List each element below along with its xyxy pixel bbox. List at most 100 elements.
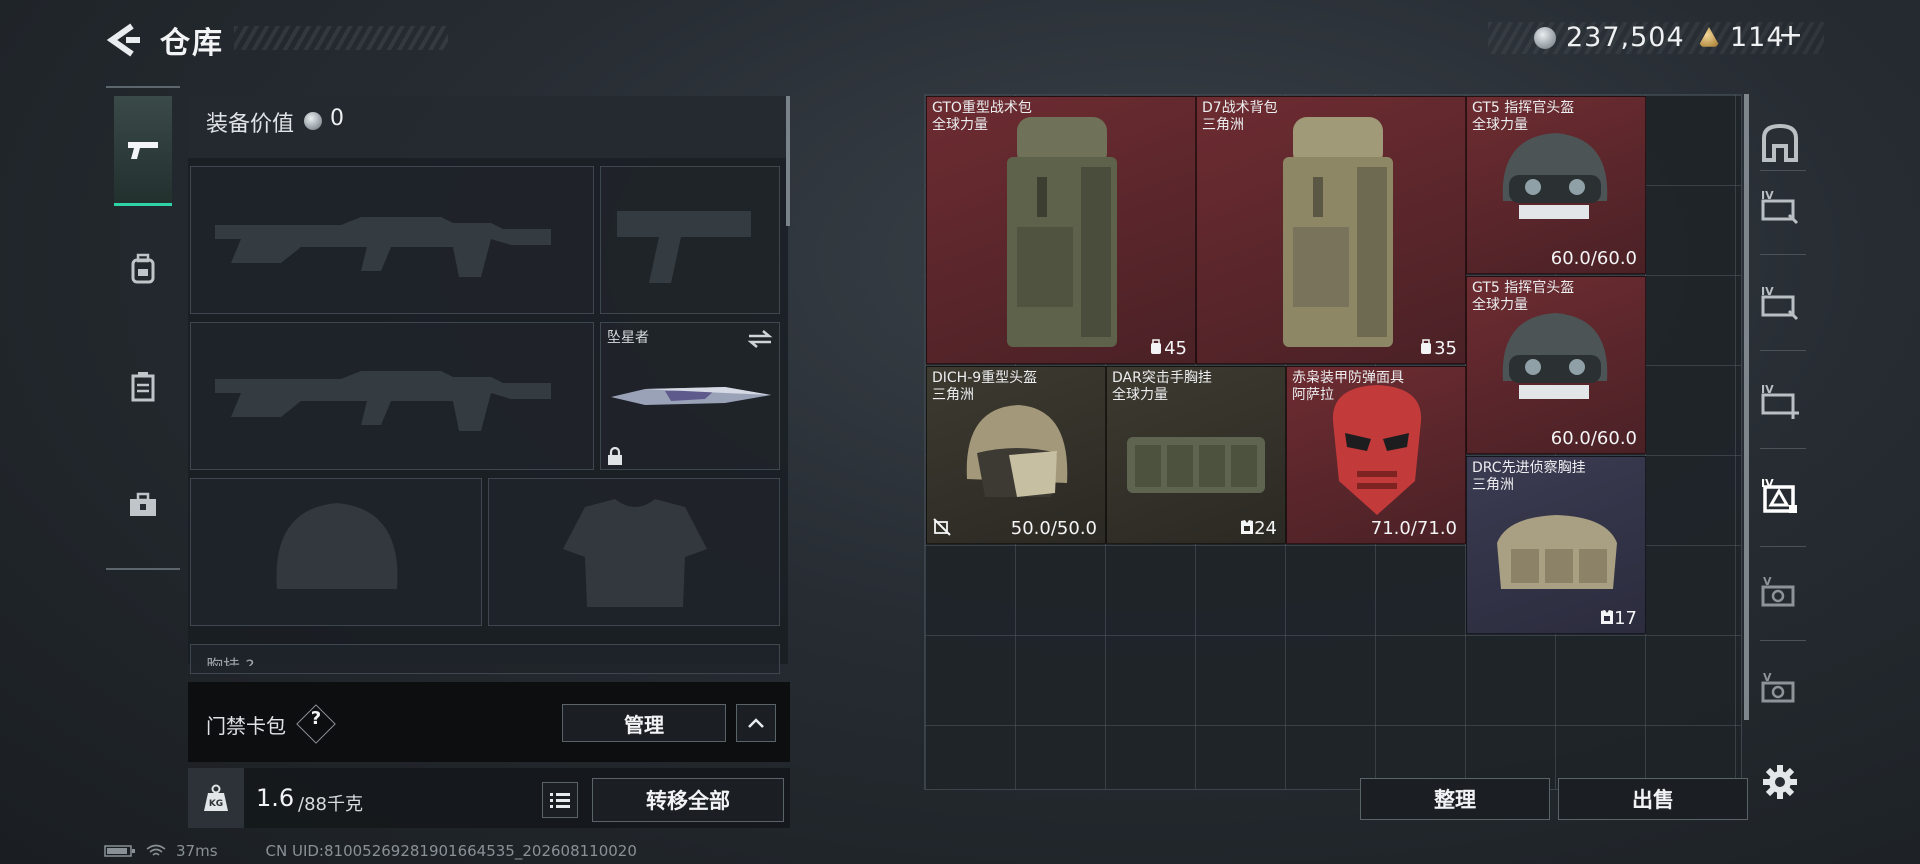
- container-iv-icon-1[interactable]: IV: [1758, 184, 1802, 228]
- pistol-icon: [128, 141, 158, 159]
- heavy-helmet-image: [966, 405, 1068, 497]
- stash-item[interactable]: DICH-9重型头盔 三角洲 50.0/50.0: [926, 366, 1106, 544]
- locker-icon: [131, 372, 155, 402]
- settings-gear-icon[interactable]: [1758, 760, 1802, 804]
- pistol-silhouette-icon: [617, 211, 751, 283]
- item-name: D7战术背包: [1202, 100, 1278, 116]
- silver-currency-value: 237,504: [1566, 22, 1685, 53]
- stash-home-icon[interactable]: [1758, 120, 1802, 164]
- rail-divider: [1760, 170, 1806, 171]
- battery-icon: [104, 845, 135, 857]
- tab-weapons[interactable]: [114, 96, 172, 206]
- item-stat: 60.0/60.0: [1550, 428, 1637, 449]
- back-arrow-icon[interactable]: [104, 22, 144, 58]
- uid-text: CN UID:81005269281901664535_202608110020: [265, 842, 637, 860]
- pistol-slot[interactable]: [600, 166, 780, 314]
- container-iv-icon-2[interactable]: IV: [1758, 280, 1802, 324]
- melee-slot-label: 坠星者: [607, 330, 649, 346]
- weight-icon-text: KG: [209, 799, 223, 809]
- item-region: 三角洲: [1202, 117, 1244, 133]
- sort-button[interactable]: 整理: [1360, 778, 1550, 820]
- silver-coin-icon: [304, 112, 322, 130]
- backpack-icon: [131, 253, 155, 284]
- melee-slot[interactable]: 坠星者: [600, 322, 780, 470]
- container-iv-add-icon[interactable]: IV: [1758, 378, 1802, 422]
- rail-divider: [1760, 448, 1806, 449]
- chest-rig-label: 胸挂 ?: [206, 652, 254, 666]
- primary-weapon-slot-1[interactable]: [190, 166, 594, 314]
- stash-item[interactable]: DRC先进侦察胸挂 三角洲 17: [1466, 456, 1646, 634]
- tab-toolbox[interactable]: [114, 450, 172, 560]
- stash-item[interactable]: D7战术背包 三角洲 35: [1196, 96, 1466, 364]
- stash-item[interactable]: 赤枭装甲防弹面具 阿萨拉 71.0/71.0: [1286, 366, 1466, 544]
- sell-button[interactable]: 出售: [1558, 778, 1748, 820]
- item-region: 三角洲: [1472, 477, 1514, 493]
- equipment-value: 0: [330, 106, 344, 131]
- backpack-image: [1283, 117, 1393, 347]
- primary-weapon-slot-2[interactable]: [190, 322, 594, 470]
- help-icon[interactable]: ?: [302, 708, 330, 729]
- item-stat: 35: [1418, 338, 1457, 359]
- no-repair-icon: [933, 518, 951, 536]
- rifle-silhouette-icon: [215, 371, 551, 431]
- item-name: GT5 指挥官头盔: [1472, 280, 1575, 296]
- item-name: DRC先进侦察胸挂: [1472, 460, 1586, 476]
- knife-image: [611, 387, 771, 405]
- capacity-icon: [1421, 339, 1432, 354]
- keycard-label: 门禁卡包: [206, 714, 286, 738]
- item-stat: 71.0/71.0: [1370, 518, 1457, 539]
- list-icon: [550, 793, 570, 808]
- helmet-image: [1502, 133, 1608, 219]
- rail-divider: [1760, 546, 1806, 547]
- chest-rig-slot[interactable]: [190, 644, 780, 674]
- item-region: 全球力量: [932, 117, 988, 133]
- weight-max: /88千克: [298, 794, 363, 815]
- armor-silhouette-icon: [563, 499, 707, 607]
- chevron-up-icon: [748, 718, 764, 728]
- body-armor-slot[interactable]: [488, 478, 780, 626]
- list-view-button[interactable]: [542, 782, 578, 818]
- title-decoration: [234, 26, 448, 50]
- helmet-image: [1502, 313, 1608, 399]
- backpack-image: [1007, 117, 1117, 347]
- item-stat: 50.0/50.0: [933, 518, 1097, 539]
- status-bar: 37ms CN UID:81005269281901664535_2026081…: [104, 842, 637, 860]
- item-name: DICH-9重型头盔: [932, 370, 1038, 386]
- item-stat: 60.0/60.0: [1550, 248, 1637, 269]
- stash-scrollbar[interactable]: [1744, 94, 1749, 720]
- container-v-icon-2[interactable]: V: [1758, 666, 1802, 710]
- gold-currency-value[interactable]: 114: [1730, 22, 1785, 53]
- capacity-icon: [1151, 339, 1162, 354]
- chest-rig-image: [1127, 437, 1265, 493]
- add-currency-button[interactable]: +: [1778, 18, 1804, 53]
- silver-coin-icon: [1534, 27, 1556, 49]
- manage-button[interactable]: 管理: [562, 704, 726, 742]
- container-iv-selected-icon[interactable]: IV: [1758, 474, 1802, 518]
- tab-backpack[interactable]: [114, 214, 172, 324]
- stash-item[interactable]: GTO重型战术包 全球力量 45: [926, 96, 1196, 364]
- helmet-silhouette-icon: [276, 503, 398, 589]
- rail-divider: [1760, 254, 1806, 255]
- transfer-all-button[interactable]: 转移全部: [592, 778, 784, 822]
- stash-item[interactable]: DAR突击手胸挂 全球力量 24: [1106, 366, 1286, 544]
- swap-arrows-icon[interactable]: [747, 329, 773, 349]
- ping-value: 37ms: [176, 842, 218, 860]
- tab-locker[interactable]: [114, 332, 172, 442]
- item-stat: 24: [1240, 518, 1277, 539]
- vest-capacity-icon: [1601, 610, 1614, 624]
- equipment-value-label: 装备价值: [206, 112, 295, 137]
- container-v-icon-1[interactable]: V: [1758, 570, 1802, 614]
- item-region: 全球力量: [1112, 387, 1168, 403]
- loadout-scrollbar[interactable]: [786, 96, 790, 226]
- helmet-slot[interactable]: [190, 478, 482, 626]
- rail-divider: [1760, 640, 1806, 641]
- vest-capacity-icon: [1241, 520, 1254, 534]
- stash-item[interactable]: GT5 指挥官头盔 全球力量 60.0/60.0: [1466, 276, 1646, 454]
- toolbox-icon: [130, 492, 156, 516]
- wifi-icon: [146, 844, 166, 856]
- item-stat: 17: [1600, 608, 1637, 629]
- lock-icon: [608, 447, 622, 465]
- rail-divider: [1760, 350, 1806, 351]
- stash-item[interactable]: GT5 指挥官头盔 全球力量 60.0/60.0: [1466, 96, 1646, 274]
- collapse-button[interactable]: [736, 704, 776, 742]
